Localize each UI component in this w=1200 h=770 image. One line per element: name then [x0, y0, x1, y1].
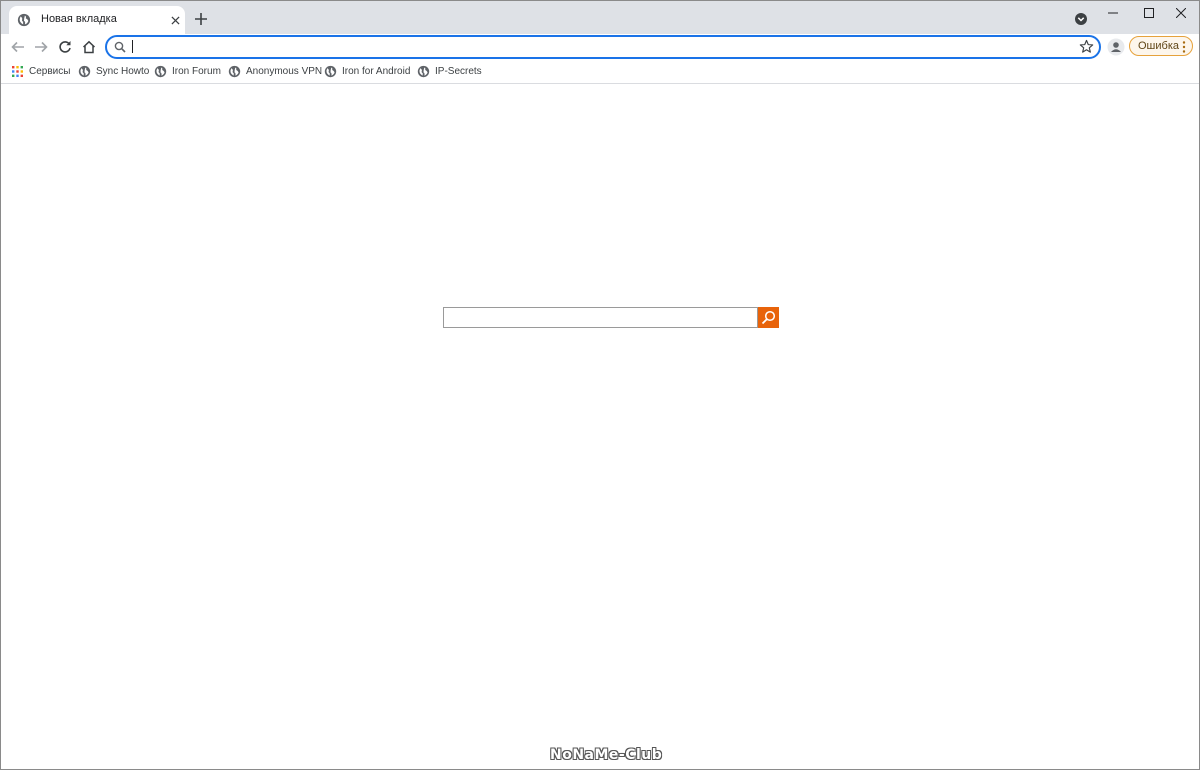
reload-button[interactable] — [56, 38, 74, 56]
close-window-button[interactable] — [1164, 1, 1198, 25]
page-search-button[interactable] — [758, 307, 779, 328]
bookmark-label: Сервисы — [29, 66, 71, 77]
magnifier-icon — [761, 310, 776, 325]
minimize-icon — [1108, 12, 1118, 14]
close-icon — [1176, 8, 1186, 18]
globe-icon — [78, 65, 91, 78]
tab-strip: Новая вкладка — [1, 1, 1199, 34]
globe-icon — [324, 65, 337, 78]
error-label: Ошибка — [1138, 40, 1179, 52]
watermark-text: NoNaMe-Club — [550, 747, 663, 763]
forward-arrow-icon — [35, 41, 48, 53]
back-button[interactable] — [9, 38, 27, 56]
globe-icon — [228, 65, 241, 78]
text-caret — [132, 40, 133, 53]
bookmark-label: IP-Secrets — [435, 66, 482, 77]
address-bar[interactable] — [105, 35, 1101, 59]
bookmark-label: Sync Howto — [96, 66, 150, 77]
bookmark-label: Iron Forum — [172, 66, 221, 77]
bookmarks-bar: Сервисы Sync Howto Iron Forum Anonymous … — [1, 60, 1199, 84]
close-tab-icon[interactable] — [167, 12, 183, 28]
kebab-menu-icon — [1182, 41, 1186, 53]
tab-new-tab[interactable]: Новая вкладка — [9, 6, 185, 34]
bookmark-anonymous-vpn[interactable]: Anonymous VPN — [228, 64, 322, 79]
minimize-button[interactable] — [1096, 1, 1130, 25]
apps-grid-icon — [12, 66, 23, 77]
maximize-icon — [1144, 8, 1154, 18]
globe-icon — [154, 65, 167, 78]
back-arrow-icon — [11, 41, 24, 53]
tab-title: Новая вкладка — [41, 13, 117, 25]
home-button[interactable] — [80, 38, 98, 56]
bookmark-label: Anonymous VPN — [246, 66, 323, 77]
reload-icon — [59, 41, 71, 53]
bookmark-services[interactable]: Сервисы — [11, 64, 70, 79]
bookmark-iron-forum[interactable]: Iron Forum — [154, 64, 221, 79]
globe-icon — [417, 65, 430, 78]
tab-search-icon[interactable] — [1074, 12, 1088, 26]
toolbar: Ошибка — [1, 34, 1199, 60]
error-menu-button[interactable]: Ошибка — [1129, 36, 1193, 56]
bookmark-sync-howto[interactable]: Sync Howto — [78, 64, 149, 79]
address-input[interactable] — [131, 38, 1071, 55]
page-search-input[interactable] — [444, 308, 757, 327]
bookmark-label: Iron for Android — [342, 66, 411, 77]
page-content — [1, 84, 1199, 769]
bookmark-iron-for-android[interactable]: Iron for Android — [324, 64, 410, 79]
globe-icon — [17, 13, 31, 27]
person-icon[interactable] — [1107, 38, 1125, 56]
search-icon — [114, 41, 126, 53]
bookmark-ip-secrets[interactable]: IP-Secrets — [417, 64, 482, 79]
browser-window: Новая вкладка Ошибка Сервисы Sync Howto … — [0, 0, 1200, 770]
star-icon[interactable] — [1079, 39, 1094, 54]
new-tab-button[interactable] — [192, 10, 210, 28]
maximize-button[interactable] — [1132, 1, 1166, 25]
home-icon — [82, 40, 96, 54]
forward-button[interactable] — [32, 38, 50, 56]
page-search-box[interactable] — [443, 307, 758, 328]
plus-icon — [195, 13, 207, 25]
